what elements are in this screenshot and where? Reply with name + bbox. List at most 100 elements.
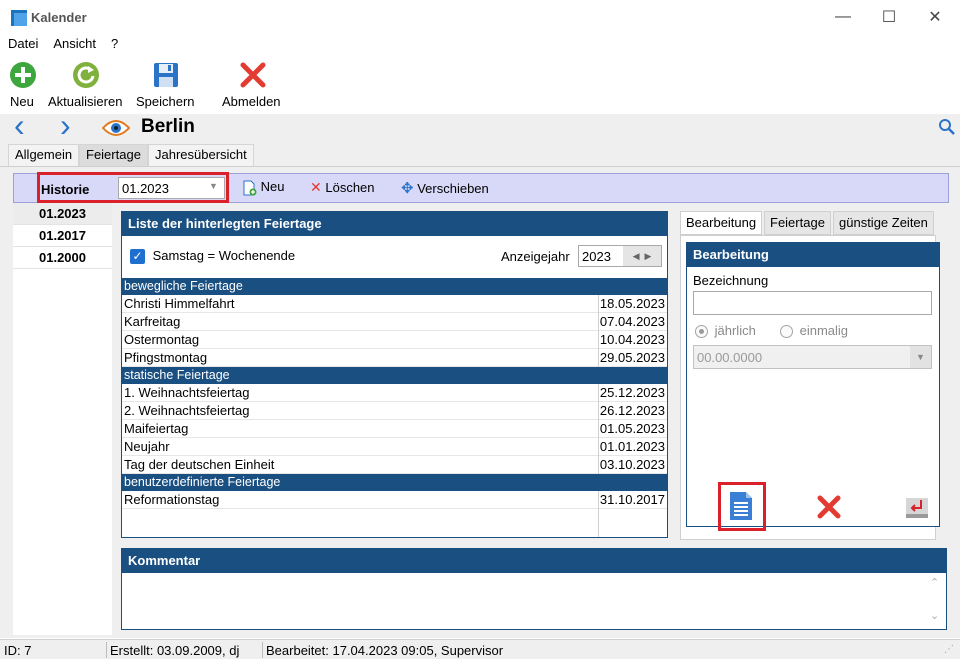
radio-selected-icon: [695, 325, 708, 339]
holiday-date: 10.04.2023: [598, 331, 665, 349]
status-separator: [106, 642, 107, 658]
tab-allgemein[interactable]: Allgemein: [8, 144, 80, 166]
group-header-movable: bewegliche Feiertage: [122, 278, 667, 295]
display-year-value: 2023: [582, 249, 611, 264]
table-row[interactable]: Ostermontag 10.04.2023: [122, 331, 667, 349]
chevron-down-icon: ▼: [209, 181, 218, 191]
close-window-button[interactable]: ✕: [912, 0, 958, 34]
weekend-checkbox-label: Samstag = Wochenende: [152, 248, 296, 263]
history-new-label: Neu: [260, 179, 285, 194]
table-row[interactable]: Pfingstmontag 29.05.2023: [122, 349, 667, 367]
history-item-2000[interactable]: 01.2000: [13, 247, 112, 269]
plus-icon: [10, 62, 36, 88]
history-move-label: Verschieben: [417, 181, 489, 196]
name-input[interactable]: [693, 291, 932, 315]
radio-once-label: einmalig: [799, 323, 849, 338]
return-icon[interactable]: [905, 496, 929, 520]
menu-ansicht[interactable]: Ansicht: [53, 36, 96, 51]
document-apply-icon[interactable]: [728, 491, 754, 521]
new-document-icon: [243, 180, 257, 196]
holiday-name: 2. Weihnachtsfeiertag: [124, 403, 250, 418]
main-tabs: Allgemein Feiertage Jahresübersicht: [0, 142, 960, 166]
display-year-spinner[interactable]: 2023 ◀ ▶: [578, 245, 662, 267]
eye-icon: [102, 120, 130, 136]
new-button[interactable]: Neu: [0, 58, 44, 114]
column-divider: [598, 509, 599, 537]
history-item-2017[interactable]: 01.2017: [13, 225, 112, 247]
cancel-x-icon[interactable]: [817, 495, 841, 519]
weekend-checkbox[interactable]: ✓ Samstag = Wochenende: [130, 248, 296, 265]
holiday-name: Maifeiertag: [124, 421, 189, 436]
table-row[interactable]: Reformationstag 31.10.2017: [122, 491, 667, 509]
resize-grip-icon[interactable]: ⋰: [944, 644, 954, 655]
radio-empty-icon: [780, 325, 793, 339]
refresh-button[interactable]: Aktualisieren: [46, 58, 130, 114]
radio-once[interactable]: einmalig: [780, 323, 849, 339]
history-new-button[interactable]: Neu: [241, 179, 284, 199]
table-row[interactable]: Christi Himmelfahrt 18.05.2023: [122, 295, 667, 313]
forward-arrow-icon[interactable]: ›: [60, 108, 71, 142]
menu-help[interactable]: ?: [111, 36, 118, 51]
logout-button[interactable]: Abmelden: [218, 58, 288, 114]
tab-feiertage[interactable]: Feiertage: [79, 144, 148, 166]
tab-feiertage-right[interactable]: Feiertage: [764, 211, 831, 235]
radio-yearly-label: jährlich: [714, 323, 756, 338]
tab-label: Allgemein: [15, 147, 73, 162]
holiday-date: 29.05.2023: [598, 349, 665, 367]
edit-tabs: Bearbeitung Feiertage günstige Zeiten: [680, 211, 936, 235]
tab-guenstige-zeiten[interactable]: günstige Zeiten: [833, 211, 934, 235]
close-x-icon: [240, 62, 266, 88]
save-button-label: Speichern: [136, 94, 195, 109]
holiday-date: 26.12.2023: [598, 402, 665, 420]
table-row[interactable]: Karfreitag 07.04.2023: [122, 313, 667, 331]
table-row[interactable]: 1. Weihnachtsfeiertag 25.12.2023: [122, 384, 667, 402]
edit-panel: Bearbeitung Bezeichnung jährlich einmali…: [680, 235, 940, 540]
tab-bearbeitung[interactable]: Bearbeitung: [680, 211, 763, 235]
history-select[interactable]: 01.2023 ▼: [118, 177, 225, 199]
delete-x-icon: ✕: [310, 179, 322, 195]
history-move-button[interactable]: ✥ Verschieben: [401, 179, 489, 199]
holiday-name: Christi Himmelfahrt: [124, 296, 235, 311]
date-select[interactable]: 00.00.0000 ▼: [693, 345, 932, 369]
holiday-date: 31.10.2017: [598, 491, 665, 509]
history-delete-button[interactable]: ✕ Löschen: [310, 179, 375, 199]
table-row[interactable]: Tag der deutschen Einheit 03.10.2023: [122, 456, 667, 474]
history-list: 01.2023 01.2017 01.2000: [13, 203, 112, 635]
tab-label: Feiertage: [86, 147, 141, 162]
tab-label: Bearbeitung: [686, 215, 757, 230]
year-stepper-arrows-icon[interactable]: ◀ ▶: [623, 246, 661, 266]
search-icon[interactable]: [938, 118, 956, 136]
table-row[interactable]: Maifeiertag 01.05.2023: [122, 420, 667, 438]
edit-form: Bearbeitung Bezeichnung jährlich einmali…: [686, 242, 940, 531]
edit-panel-header: Bearbeitung: [687, 243, 939, 267]
scroll-up-icon[interactable]: ⌃: [930, 576, 939, 589]
history-item-2023[interactable]: 01.2023: [13, 203, 112, 225]
calendar-app-icon: [11, 10, 27, 26]
menu-datei[interactable]: Datei: [8, 36, 38, 51]
holiday-list-panel: Liste der hinterlegten Feiertage ✓ Samst…: [121, 211, 668, 538]
location-title: Berlin: [141, 116, 195, 137]
comment-textarea[interactable]: [124, 575, 924, 627]
back-arrow-icon[interactable]: ‹: [14, 108, 25, 142]
save-button[interactable]: Speichern: [132, 58, 200, 114]
history-select-value: 01.2023: [122, 181, 169, 196]
status-created: Erstellt: 03.09.2009, dj: [110, 643, 240, 658]
holiday-date: 01.01.2023: [598, 438, 665, 456]
radio-yearly[interactable]: jährlich: [695, 323, 756, 339]
holiday-date: 18.05.2023: [598, 295, 665, 313]
status-id: ID: 7: [4, 643, 32, 658]
scroll-down-icon[interactable]: ⌄: [930, 609, 939, 622]
title-bar: Kalender — ☐ ✕: [0, 0, 960, 34]
table-row[interactable]: 2. Weihnachtsfeiertag 26.12.2023: [122, 402, 667, 420]
holiday-name: Ostermontag: [124, 332, 200, 347]
holiday-name: Neujahr: [124, 439, 170, 454]
minimize-button[interactable]: —: [820, 0, 866, 34]
tab-jahresuebersicht[interactable]: Jahresübersicht: [148, 144, 254, 166]
holiday-name: 1. Weihnachtsfeiertag: [124, 385, 250, 400]
table-row[interactable]: Neujahr 01.01.2023: [122, 438, 667, 456]
holiday-date: 07.04.2023: [598, 313, 665, 331]
group-header-custom: benutzerdefinierte Feiertage: [122, 474, 667, 491]
maximize-button[interactable]: ☐: [866, 0, 912, 34]
name-label: Bezeichnung: [693, 273, 769, 288]
status-separator: [262, 642, 263, 658]
